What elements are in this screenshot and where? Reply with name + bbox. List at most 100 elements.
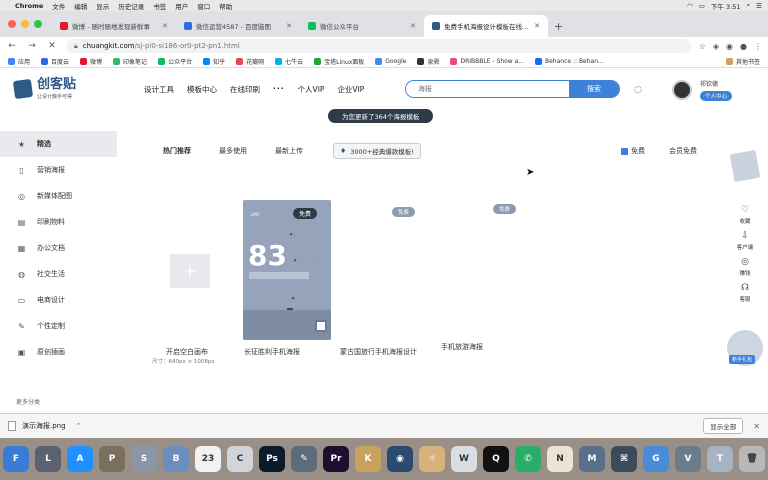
bookmark-item[interactable]: 知乎 <box>203 57 225 66</box>
menubar-clock[interactable]: 下午 3:51 <box>711 1 741 11</box>
member-free-filter[interactable]: 会员免费 <box>669 146 697 156</box>
dock-app-icon[interactable]: Q <box>483 446 509 472</box>
back-icon[interactable]: ← <box>6 41 18 51</box>
menubar-app-name[interactable]: Chrome <box>15 2 43 10</box>
show-all-downloads-button[interactable]: 显示全部 <box>703 418 744 434</box>
menubar-item[interactable]: 用户 <box>175 1 188 11</box>
browser-tab[interactable]: 微博 - 随时随地发现新鲜事 ✕ <box>52 15 176 37</box>
more-categories-link[interactable]: 更多分类 <box>16 397 40 406</box>
dock-app-icon[interactable]: ✎ <box>291 446 317 472</box>
spotlight-icon[interactable]: ⌕ <box>747 1 751 10</box>
browser-tab[interactable]: 微信运营4587 - 百度脑图 ✕ <box>176 15 300 37</box>
bookmark-item[interactable]: 泉舜 <box>417 57 439 66</box>
filter-most-used[interactable]: 最多使用 <box>219 146 247 156</box>
nav-enterprise-vip[interactable]: 企业VIP <box>337 84 364 95</box>
extension-icon[interactable]: ◉ <box>726 42 733 51</box>
bookmark-item[interactable]: 印象笔记 <box>113 57 147 66</box>
close-tab-icon[interactable]: ✕ <box>534 22 540 30</box>
dock-app-icon[interactable]: P <box>99 446 125 472</box>
filter-hot[interactable]: 热门推荐 <box>163 146 191 156</box>
battery-icon[interactable]: ▭ <box>699 2 705 10</box>
sidebar-item-pen[interactable]: ✎ 个性定制 <box>0 313 117 339</box>
template-title[interactable]: 蒙古国旅行手机海报设计 <box>340 347 417 357</box>
bookmark-item[interactable]: Behance :: Behan... <box>535 57 604 65</box>
other-bookmarks[interactable]: 其他书签 <box>725 57 760 66</box>
sidebar-item-social[interactable]: ◍ 社交生活 <box>0 261 117 287</box>
dock-app-icon[interactable]: Ps <box>259 446 285 472</box>
nav-online-print[interactable]: 在线印刷 <box>230 84 260 95</box>
bookmark-item[interactable]: 百度云 <box>41 57 69 66</box>
dock-app-icon[interactable]: K <box>355 446 381 472</box>
new-tab-button[interactable]: + <box>548 20 569 37</box>
dock-app-icon[interactable]: 23 <box>195 446 221 472</box>
free-checkbox[interactable] <box>621 147 628 155</box>
dock-app-icon[interactable]: V <box>675 446 701 472</box>
rail-promo-badge[interactable] <box>729 149 761 183</box>
stop-loading-icon[interactable]: ✕ <box>46 41 58 51</box>
nav-personal-vip[interactable]: 个人VIP <box>298 84 325 95</box>
sidebar-item-wechat[interactable]: ◎ 新媒体配图 <box>0 183 117 209</box>
dock-app-icon[interactable]: ⌘ <box>611 446 637 472</box>
dock-app-icon[interactable]: ◉ <box>387 446 413 472</box>
rail-favorite[interactable]: ♡ 收藏 <box>730 206 760 226</box>
sidebar-item-image[interactable]: ▣ 原创插画 <box>0 339 117 365</box>
template-title[interactable]: 手机旅游海报 <box>441 342 483 352</box>
dock-app-icon[interactable]: B <box>163 446 189 472</box>
dock-app-icon[interactable]: C <box>227 446 253 472</box>
blank-canvas-label[interactable]: 开启空白画布 <box>166 347 208 357</box>
menubar-item[interactable]: 显示 <box>96 1 109 11</box>
dock-app-icon[interactable]: W <box>451 446 477 472</box>
browser-tab[interactable]: 微信公众平台 ✕ <box>300 15 424 37</box>
bookmark-item[interactable]: 宝塔Linux面板 <box>314 57 364 66</box>
bookmark-item[interactable]: 微博 <box>80 57 102 66</box>
dock-app-icon[interactable]: S <box>131 446 157 472</box>
sidebar-item-star[interactable]: ★ 精选 <box>0 131 117 157</box>
sidebar-item-shop[interactable]: ▭ 电商设计 <box>0 287 117 313</box>
bookmark-item[interactable]: 应用 <box>8 57 30 66</box>
profile-icon[interactable]: ● <box>740 42 747 51</box>
avatar[interactable] <box>672 80 692 100</box>
extension-icon[interactable]: ◈ <box>713 42 719 51</box>
menubar-item[interactable]: 历史记录 <box>118 1 144 11</box>
dock-app-icon[interactable]: M <box>579 446 605 472</box>
user-menu[interactable]: 祁钦德 个人中心 <box>700 79 733 101</box>
template-title[interactable]: 长征胜利手机海报 <box>244 347 300 357</box>
dock-app-icon[interactable]: ✆ <box>515 446 541 472</box>
dock-app-icon[interactable]: G <box>643 446 669 472</box>
zoom-window-button[interactable] <box>34 20 42 28</box>
dock-app-icon[interactable]: 🗑 <box>739 446 765 472</box>
search-input[interactable] <box>406 81 569 97</box>
bookmark-item[interactable]: DRIBBBLE - Show a... <box>450 57 524 65</box>
rail-support[interactable]: ☊ 客服 <box>730 284 760 304</box>
menubar-item[interactable]: 帮助 <box>219 1 232 11</box>
dock-app-icon[interactable]: ☼ <box>419 446 445 472</box>
blank-canvas-card[interactable]: + <box>170 254 210 288</box>
chevron-up-icon[interactable]: ⌃ <box>76 422 82 430</box>
bookmark-item[interactable]: 公众平台 <box>158 57 192 66</box>
rail-earn[interactable]: ◎ 赚钱 <box>730 258 760 278</box>
newbie-gift[interactable]: 新手礼包 <box>725 330 765 370</box>
search-button[interactable]: 搜索 <box>569 81 619 97</box>
message-icon[interactable]: ◌ <box>634 85 642 95</box>
dock-app-icon[interactable]: A <box>67 446 93 472</box>
nav-design-tools[interactable]: 设计工具 <box>144 84 174 95</box>
bookmark-item[interactable]: 七牛云 <box>275 57 303 66</box>
bookmark-item[interactable]: Google <box>375 57 406 65</box>
free-filter[interactable]: 免费 <box>621 146 645 156</box>
close-tab-icon[interactable]: ✕ <box>410 22 416 30</box>
menubar-item[interactable]: 文件 <box>52 1 65 11</box>
sidebar-item-phone[interactable]: ▯ 营销海报 <box>0 157 117 183</box>
menu-icon[interactable]: ⋮ <box>754 42 762 51</box>
close-window-button[interactable] <box>8 20 16 28</box>
rail-client[interactable]: ⇩ 客户端 <box>730 232 760 252</box>
menubar-item[interactable]: 窗口 <box>197 1 210 11</box>
close-tab-icon[interactable]: ✕ <box>286 22 292 30</box>
template-thumbnail[interactable]: LMV 免费 ✦ ✦ · ✦ 83 <box>243 200 331 340</box>
bookmark-item[interactable]: 花瓣网 <box>236 57 264 66</box>
site-logo[interactable]: 创客贴 让设计触手可得 <box>12 78 76 100</box>
dock-app-icon[interactable]: T <box>707 446 733 472</box>
dock-app-icon[interactable]: Pr <box>323 446 349 472</box>
user-center-button[interactable]: 个人中心 <box>700 91 733 101</box>
notification-center-icon[interactable]: ☰ <box>756 2 762 10</box>
nav-more[interactable]: ··· <box>273 84 285 95</box>
